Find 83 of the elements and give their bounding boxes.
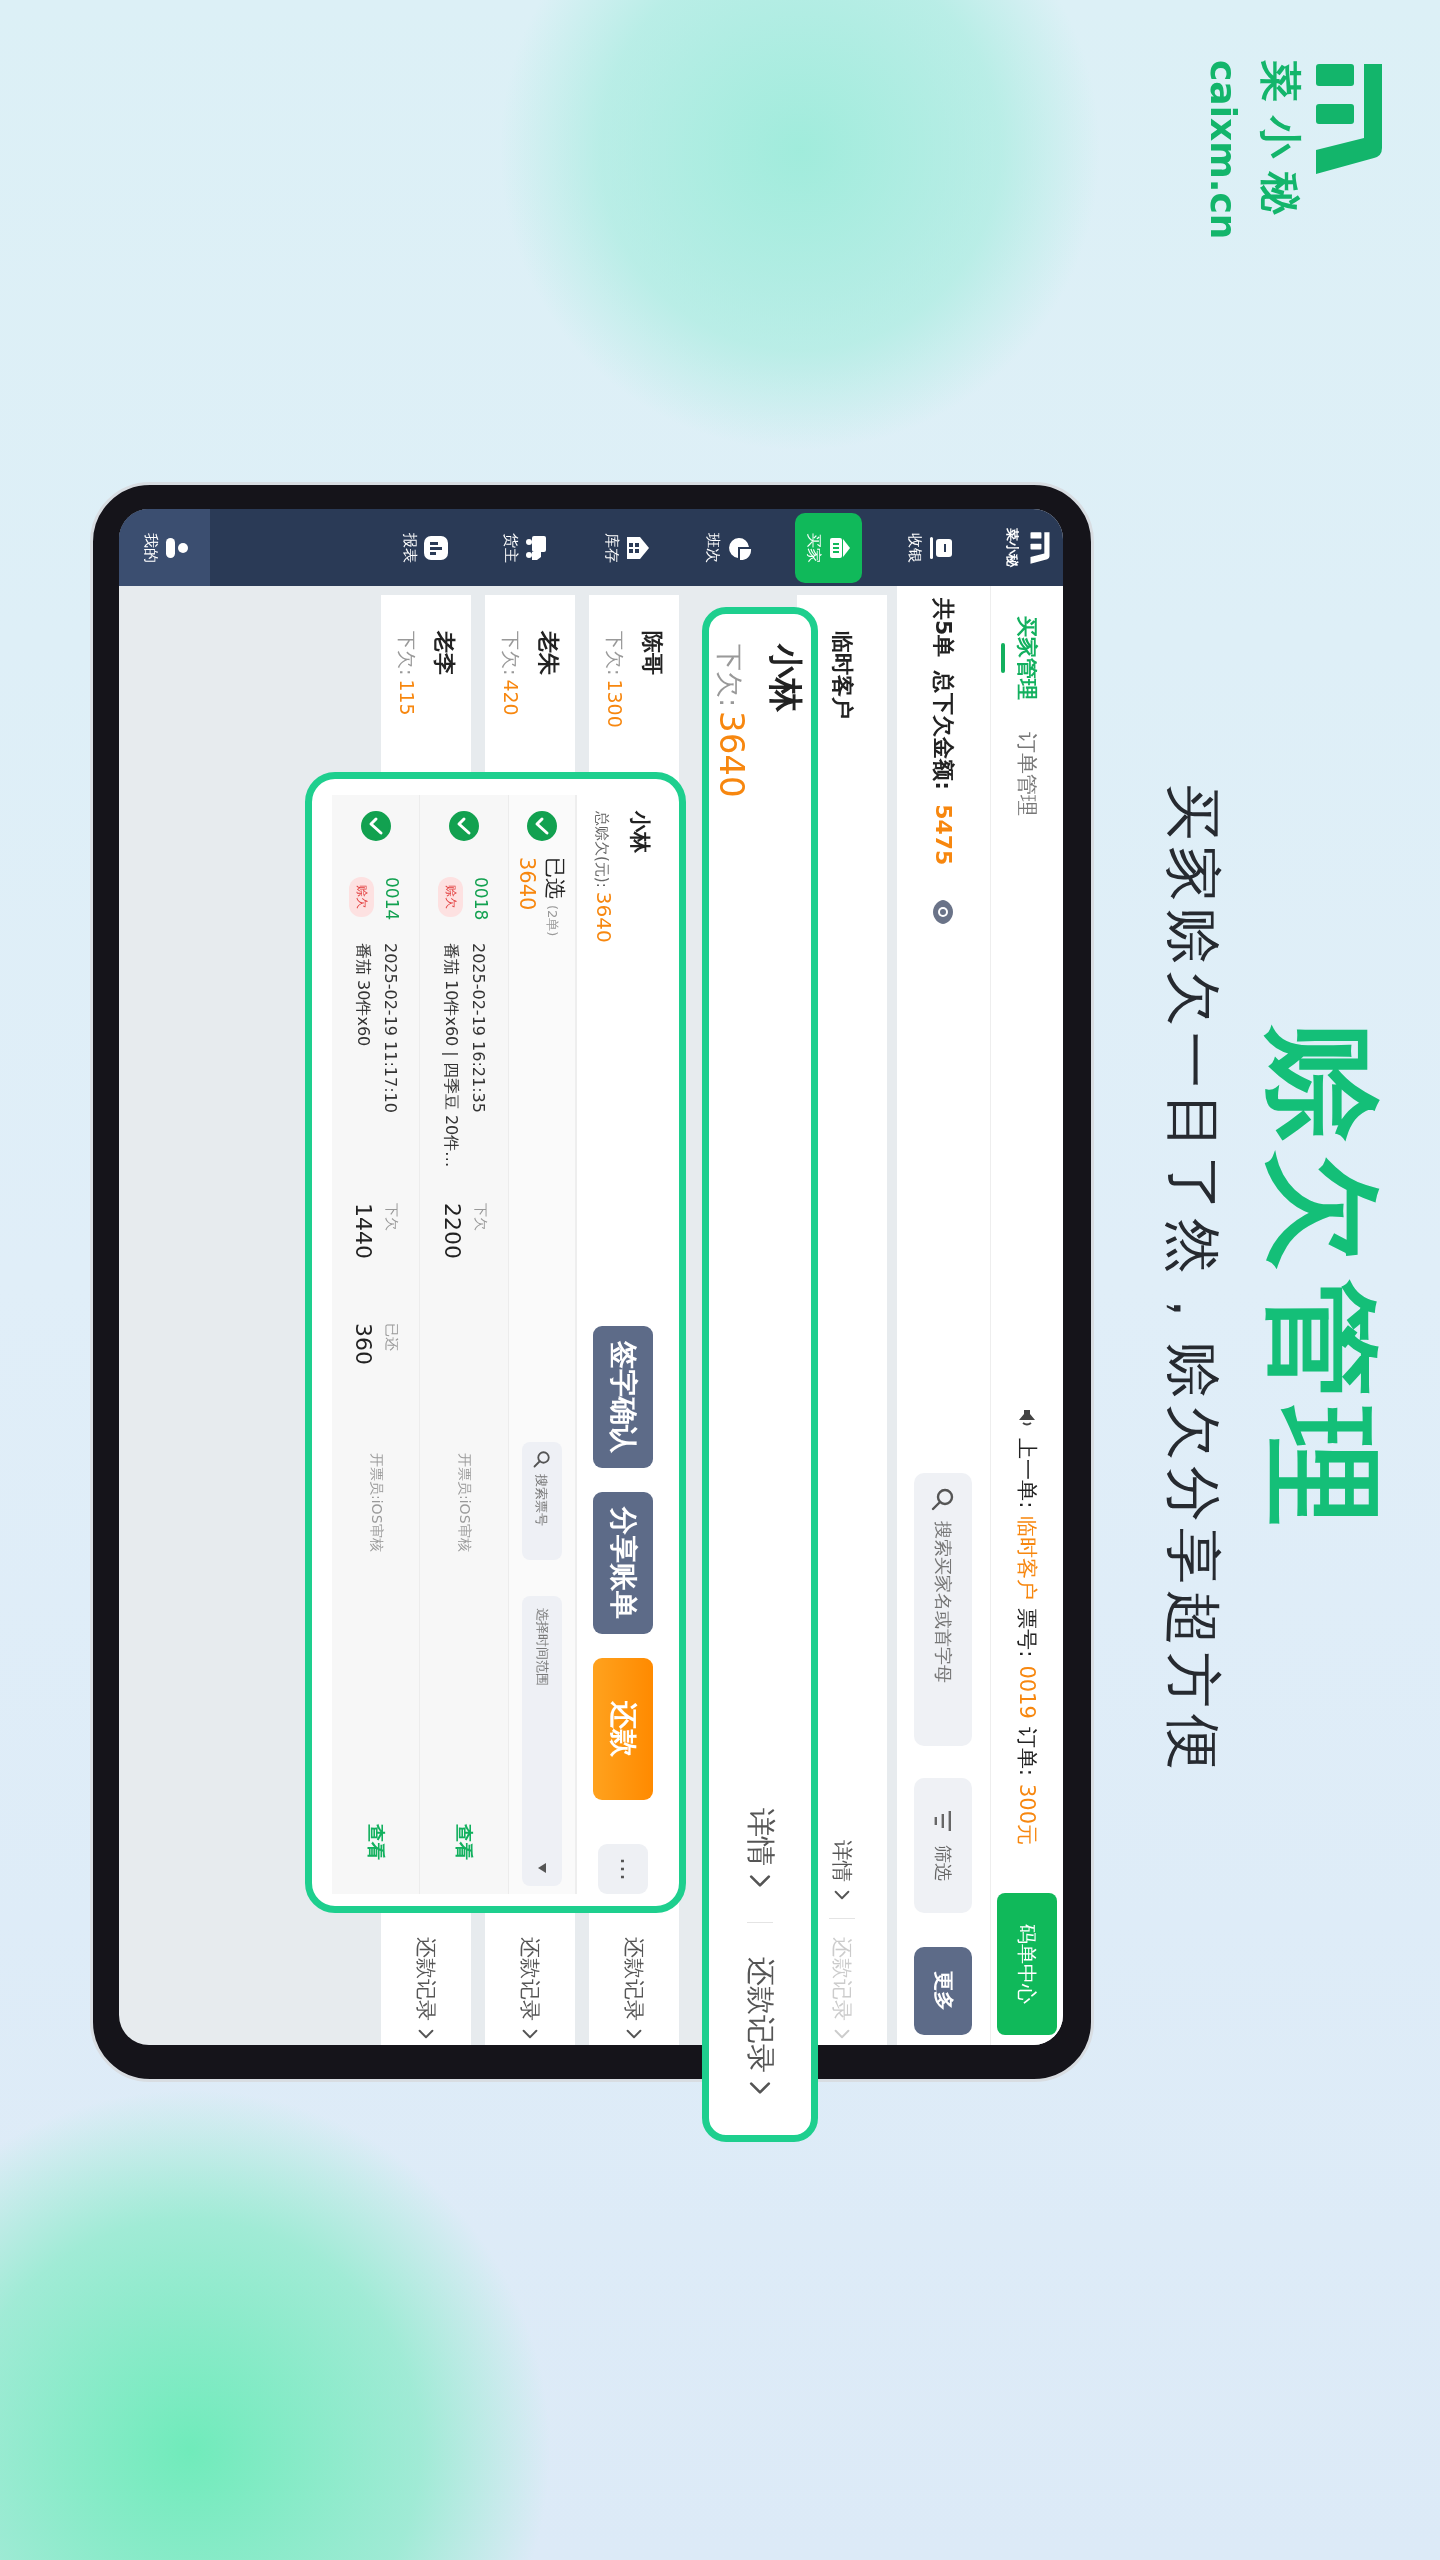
chevron-icon — [749, 2081, 771, 2095]
chevron-icon — [522, 2029, 538, 2039]
debt-amount: 下欠: 420 — [499, 631, 523, 716]
paid-label: 已还 — [383, 1323, 401, 1353]
nav-item[interactable]: 货主 — [492, 512, 559, 583]
buyer-name: 老李 — [431, 631, 458, 677]
order-goods: 番茄 30件x60 — [352, 943, 373, 1049]
owed-label: 下欠 — [471, 1203, 489, 1233]
last-order-customer: 临时客户 — [1014, 1516, 1040, 1601]
date-range-select[interactable]: 选择时间范围 — [522, 1596, 562, 1886]
order-time: 2025-02-19 16:21:35 — [469, 943, 489, 1115]
order-row[interactable]: 0018 赊欠 2025-02-19 16:21:35 番茄 10件x60 | 四季豆 20件… 下欠 2200 开票员:iOS审核 查看 — [420, 795, 509, 1894]
ticket-number: 0014 — [382, 877, 403, 921]
repayment-records-link[interactable]: 还款记录 — [412, 1937, 440, 2039]
clerk-name: 开票员:iOS审核 — [367, 1453, 385, 1554]
brand-name: 菜小秘 — [1255, 60, 1306, 230]
details-link[interactable]: 详情 — [828, 1840, 856, 1900]
more-button[interactable]: ⋯ — [598, 1844, 648, 1894]
checkbox[interactable] — [360, 811, 391, 841]
nav-item[interactable]: 报表 — [391, 512, 458, 583]
debt-amount: 下欠: 115 — [395, 631, 419, 716]
nav-item[interactable]: 库存 — [593, 512, 660, 583]
repayment-records-link[interactable]: 还款记录 — [620, 1937, 648, 2039]
chevron-icon — [834, 1890, 850, 1900]
app-name: 菜小秘 — [1004, 528, 1021, 567]
selected-count: 已选 (2单) — [542, 857, 568, 937]
order-goods: 番茄 10件x60 | 四季豆 20件… — [441, 943, 462, 1170]
ticket-label: 票号: — [1014, 1608, 1040, 1658]
total-debt-label: 总下欠金额: — [930, 671, 958, 791]
chevron-icon — [418, 2029, 434, 2039]
owed-amount: 1440 — [351, 1203, 377, 1261]
checkbox[interactable] — [449, 811, 480, 841]
register-icon — [928, 534, 954, 561]
nav-item[interactable]: 收银 — [896, 512, 963, 583]
debt-amount: 下欠: 1300 — [603, 631, 627, 728]
checkbox[interactable] — [527, 811, 557, 841]
more-button[interactable]: 更多 — [914, 1947, 973, 2035]
owed-amount: 2200 — [439, 1203, 465, 1261]
brand-domain: caixm.cn — [1203, 60, 1244, 242]
order-amount: 300元 — [1014, 1783, 1040, 1845]
owed-label: 下欠 — [383, 1203, 401, 1233]
filter-button[interactable]: 筛选 — [914, 1778, 973, 1913]
chevron-icon — [626, 2029, 642, 2039]
order-time: 2025-02-19 11:17:10 — [380, 943, 400, 1115]
house-icon — [625, 534, 651, 561]
total-debt: 5475 — [931, 804, 956, 866]
action-button[interactable]: 签字确认 — [593, 1326, 653, 1468]
ticket-number: 0019 — [1015, 1665, 1039, 1719]
search-field[interactable]: 搜索买家名或首字母 — [914, 1473, 973, 1746]
status-tag: 赊欠 — [437, 877, 463, 917]
order-label: 订单: — [1014, 1726, 1040, 1776]
debt-amount: 下欠:3640 — [711, 644, 753, 798]
buyer-name: 老朱 — [535, 631, 562, 677]
filter-icon — [934, 1810, 953, 1831]
search-icon — [533, 1450, 551, 1468]
nav-item[interactable]: 我的 — [119, 509, 210, 586]
tab[interactable]: 订单管理 — [1001, 716, 1053, 832]
ticket-number: 0018 — [470, 877, 491, 921]
subtitle: 买家赊欠一目了然，赊欠分享超方便 — [1162, 784, 1224, 1776]
search-icon — [931, 1487, 956, 1511]
chevron-icon — [749, 1874, 771, 1888]
buyer-name: 陈哥 — [639, 631, 666, 677]
buyer-name: 小林 — [627, 811, 653, 855]
order-count: 共5单 — [930, 598, 958, 658]
details-link[interactable]: 详情 — [740, 1808, 780, 1888]
bar-chart-icon — [423, 534, 449, 561]
action-button[interactable]: 分享账单 — [593, 1492, 653, 1634]
repayment-records-link[interactable]: 还款记录 — [740, 1957, 780, 2095]
nav-item[interactable]: 班次 — [694, 512, 761, 583]
total-credit: 总赊欠(元): 3640 — [592, 811, 616, 943]
order-row[interactable]: 0014 赊欠 2025-02-19 11:17:10 番茄 30件x60 下欠 1440 已还 360 开票员:iOS审核 查看 — [332, 795, 421, 1894]
ticket-search-field[interactable]: 搜索票号 — [522, 1442, 562, 1560]
chevron-icon — [834, 2029, 850, 2039]
headline: 赊欠管理 — [1264, 1024, 1382, 1536]
paid-amount: 360 — [351, 1323, 377, 1367]
status-tag: 赊欠 — [349, 877, 375, 917]
selected-amount: 3640 — [515, 857, 539, 913]
repayment-records-link[interactable]: 还款记录 — [516, 1937, 544, 2039]
last-order-label: 上一单: — [1014, 1438, 1040, 1509]
clerk-name: 开票员:iOS审核 — [456, 1453, 474, 1554]
caret-icon — [537, 1862, 547, 1874]
buyer-card-tooltip[interactable]: 小林 下欠:3640 详情 还款记录 — [702, 607, 818, 2142]
buyer-name: 临时客户 — [829, 631, 856, 719]
